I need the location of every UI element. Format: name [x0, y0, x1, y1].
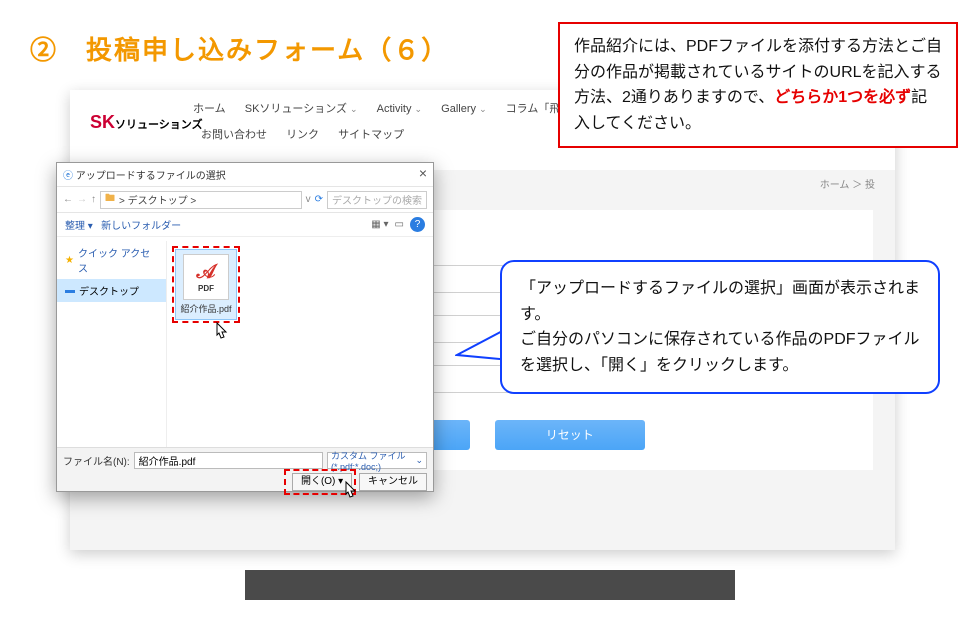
sidebar-desktop[interactable]: ▬デスクトップ [57, 279, 166, 302]
organize-menu[interactable]: 整理 [65, 221, 85, 232]
filename-input[interactable]: 紹介作品.pdf [134, 452, 323, 469]
pointer-cursor-icon [338, 480, 362, 508]
desktop-icon: ▬ [65, 285, 75, 296]
refresh-icon[interactable]: ⟳ [315, 194, 323, 205]
nav-sk[interactable]: SKソリューションズ ⌄ [245, 100, 358, 116]
ie-icon: ⓔ [63, 171, 73, 182]
breadcrumb: ホーム ＞ 投 [820, 176, 875, 191]
dialog-sidebar: ★クイック アクセス ▬デスクトップ [57, 241, 167, 447]
dialog-titlebar: ⓔ アップロードするファイルの選択 × [57, 163, 433, 187]
highlight-border-file [172, 246, 240, 323]
preview-icon[interactable]: ▭ [395, 219, 404, 230]
nav-activity[interactable]: Activity ⌄ [377, 103, 422, 115]
sidebar-quickaccess[interactable]: ★クイック アクセス [57, 241, 166, 279]
filename-label: ファイル名(N): [63, 453, 130, 468]
close-icon[interactable]: × [419, 165, 427, 181]
nav-contact[interactable]: お問い合わせ [201, 126, 267, 142]
search-box[interactable]: デスクトップの検索 [327, 191, 427, 209]
callout-red: 作品紹介には、PDFファイルを添付する方法とご自分の作品が掲載されているサイトの… [558, 22, 958, 148]
help-icon[interactable]: ? [410, 217, 425, 232]
dialog-footer: ファイル名(N): 紹介作品.pdf カスタム ファイル (*.pdf;*.do… [57, 447, 433, 491]
bottom-strip [245, 570, 735, 600]
nav-link[interactable]: リンク [286, 126, 319, 142]
folder-icon: 🖿 [105, 191, 115, 208]
back-arrow-icon[interactable]: ← [63, 194, 73, 205]
files-pane[interactable]: 𝒜 PDF 紹介作品.pdf [167, 241, 433, 447]
fwd-arrow-icon[interactable]: → [77, 194, 87, 205]
file-dialog: ⓔ アップロードするファイルの選択 × ← → ↑ 🖿 > デスクトップ > v… [56, 162, 434, 492]
up-arrow-icon[interactable]: ↑ [91, 194, 96, 205]
address-box[interactable]: 🖿 > デスクトップ > [100, 191, 302, 209]
nav-home[interactable]: ホーム [193, 100, 226, 116]
callout-blue: 「アップロードするファイルの選択」画面が表示されます。 ご自分のパソコンに保存さ… [500, 260, 940, 394]
dialog-addressbar: ← → ↑ 🖿 > デスクトップ > v ⟳ デスクトップの検索 [57, 187, 433, 213]
newfolder-button[interactable]: 新しいフォルダー [101, 221, 181, 232]
nav-sitemap[interactable]: サイトマップ [338, 126, 404, 142]
callout-blue-text: 「アップロードするファイルの選択」画面が表示されます。 ご自分のパソコンに保存さ… [520, 280, 920, 374]
nav-gallery[interactable]: Gallery ⌄ [441, 103, 486, 115]
reset-button[interactable]: リセット [495, 420, 645, 450]
star-icon: ★ [65, 255, 74, 266]
view-icon[interactable]: ▦ ▾ [371, 219, 388, 230]
file-type-select[interactable]: カスタム ファイル (*.pdf;*.doc;)⌄ [327, 452, 427, 469]
pointer-cursor-icon [209, 321, 233, 349]
cancel-button[interactable]: キャンセル [359, 473, 427, 491]
page-title: ② 投稿申し込みフォーム（６） [30, 30, 449, 67]
